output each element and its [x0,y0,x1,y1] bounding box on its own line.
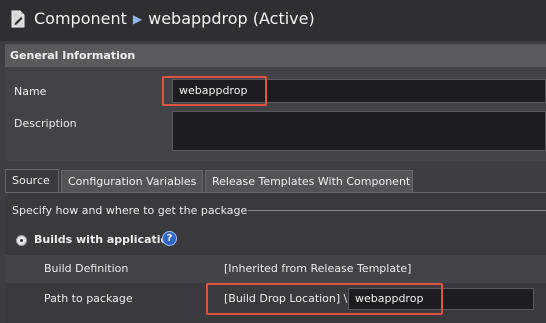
breadcrumb-arrow-icon: ▶ [132,12,143,26]
name-label: Name [14,85,47,98]
heading-divider [248,210,546,211]
component-title: webappdrop (Active) [148,9,315,28]
general-information-panel: Name webappdrop Description [5,67,546,161]
name-highlight-box [162,76,267,106]
build-definition-label: Build Definition [44,262,129,275]
builds-with-application-radio[interactable] [16,235,27,246]
tab-source[interactable]: Source [5,169,59,193]
breadcrumb-component: Component [34,9,127,28]
path-to-package-label: Path to package [44,292,133,305]
source-heading: Specify how and where to get the package [12,204,248,217]
path-highlight-box [206,283,443,315]
title-bar: Component ▶ webappdrop (Active) [0,0,546,41]
general-information-header: General Information [5,44,546,67]
description-field[interactable] [172,111,546,151]
page-title: Component ▶ webappdrop (Active) [34,9,315,28]
build-definition-value: [Inherited from Release Template] [224,262,412,275]
tab-strip: Source Configuration Variables Release T… [5,166,546,193]
builds-with-application-label[interactable]: Builds with application [34,233,176,246]
tab-release-templates-with-component[interactable]: Release Templates With Component [205,170,413,192]
tab-configuration-variables[interactable]: Configuration Variables [61,170,203,192]
description-label: Description [14,117,77,130]
component-document-icon [11,10,25,28]
source-tab-content: Specify how and where to get the package… [5,193,546,323]
help-icon[interactable]: ? [162,231,177,246]
